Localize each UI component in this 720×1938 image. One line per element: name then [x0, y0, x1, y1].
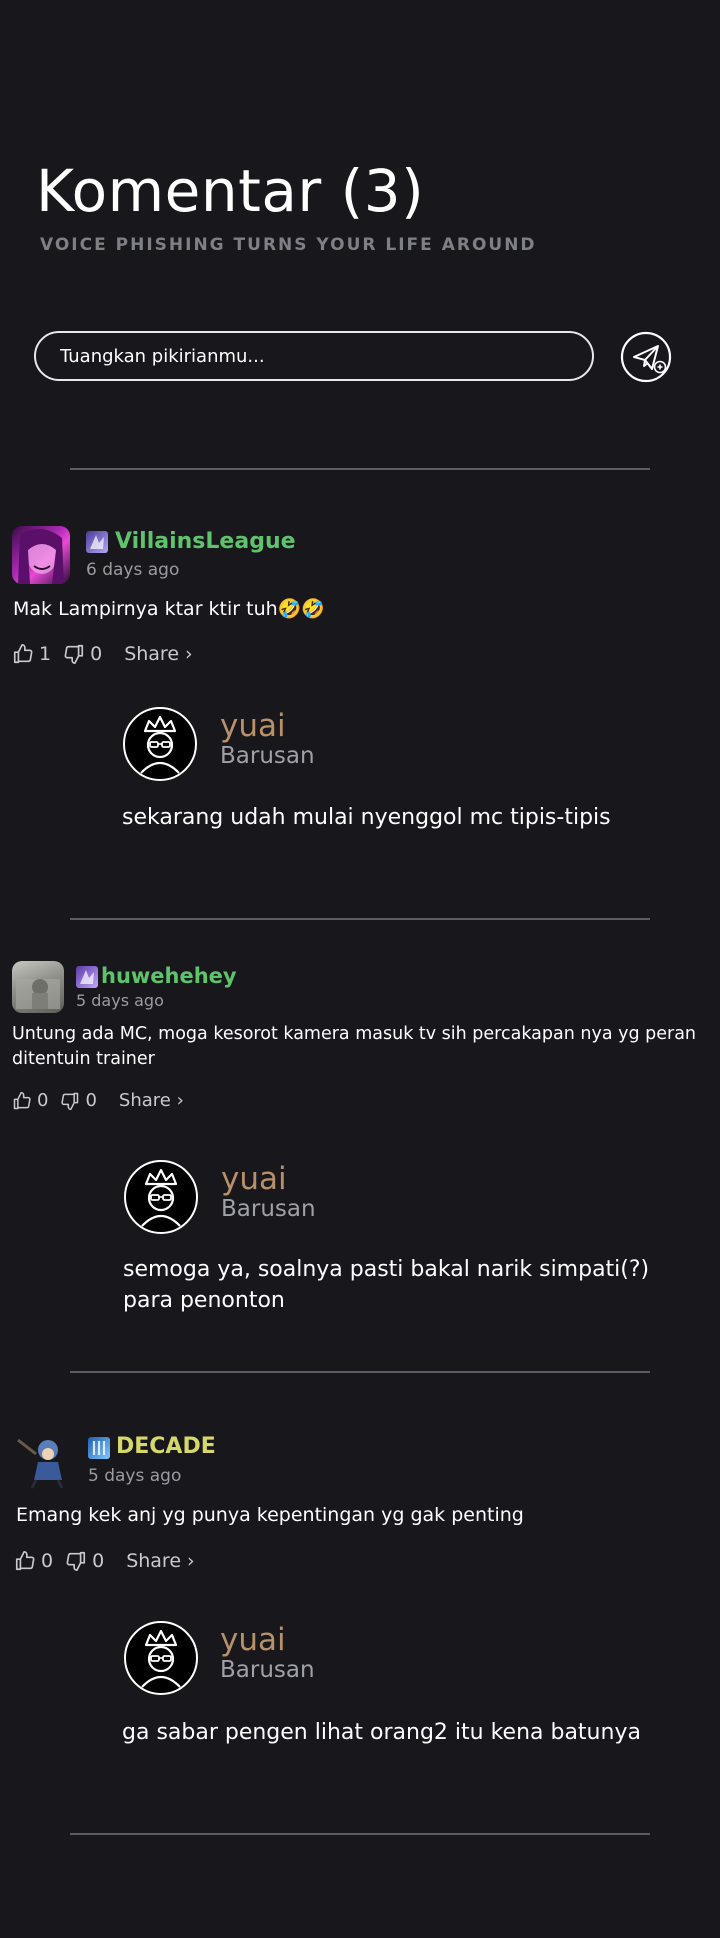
like-count: 0 — [37, 1090, 49, 1111]
divider — [70, 1371, 650, 1373]
send-button[interactable] — [620, 331, 672, 383]
thumbs-up-icon — [15, 1551, 35, 1571]
rank-badge-icon — [76, 966, 98, 988]
comment-text: Untung ada MC, moga kesorot kamera masuk… — [12, 1024, 697, 1070]
avatar[interactable] — [12, 526, 70, 584]
reply-text: ga sabar pengen lihat orang2 itu kena ba… — [122, 1720, 641, 1745]
share-button[interactable]: Share › — [124, 643, 192, 665]
comment-username[interactable]: DECADE — [116, 1434, 216, 1459]
like-count: 1 — [39, 643, 52, 665]
dislike-count: 0 — [90, 643, 103, 665]
divider — [70, 1833, 650, 1835]
reply-username[interactable]: yuai — [220, 1622, 286, 1658]
comment-time: 5 days ago — [88, 1466, 182, 1486]
comment-composer — [34, 331, 594, 381]
thumbs-down-icon — [66, 1551, 86, 1571]
rank-badge-icon — [88, 1437, 110, 1459]
comment-actions: 0 0 Share › — [12, 1090, 184, 1111]
dislike-count: 0 — [85, 1090, 97, 1111]
share-button[interactable]: Share › — [126, 1550, 194, 1572]
reply-text: sekarang udah mulai nyenggol mc tipis-ti… — [122, 805, 611, 830]
like-count: 0 — [41, 1550, 54, 1572]
rank-badge-icon — [86, 531, 108, 553]
comment-input[interactable] — [34, 331, 594, 381]
divider — [70, 468, 650, 470]
like-button[interactable]: 1 — [12, 643, 51, 665]
thumbs-down-icon — [64, 644, 84, 664]
avatar[interactable] — [12, 961, 64, 1013]
thumbs-down-icon — [61, 1092, 79, 1110]
reply-time: Barusan — [221, 1196, 316, 1222]
comments-page: Komentar (3) VOICE PHISHING TURNS YOUR L… — [0, 0, 720, 1938]
reply-username[interactable]: yuai — [220, 708, 286, 744]
dislike-button[interactable]: 0 — [63, 643, 102, 665]
reply-username[interactable]: yuai — [221, 1161, 287, 1197]
like-button[interactable]: 0 — [14, 1550, 53, 1572]
paper-plane-plus-icon — [620, 331, 672, 383]
comment-time: 5 days ago — [76, 991, 164, 1010]
divider — [70, 918, 650, 920]
comment-actions: 1 0 Share › — [12, 643, 193, 665]
avatar[interactable] — [123, 707, 197, 781]
share-button[interactable]: Share › — [119, 1090, 184, 1111]
comment-text: Emang kek anj yg punya kepentingan yg ga… — [16, 1504, 524, 1526]
thumbs-up-icon — [13, 1091, 31, 1109]
reply-time: Barusan — [220, 1657, 315, 1683]
dislike-button[interactable]: 0 — [60, 1090, 97, 1111]
reply-time: Barusan — [220, 743, 315, 769]
reply-text: semoga ya, soalnya pasti bakal narik sim… — [123, 1257, 650, 1313]
comment-actions: 0 0 Share › — [14, 1550, 195, 1572]
avatar[interactable] — [124, 1160, 198, 1234]
comment-username[interactable]: VillainsLeague — [115, 529, 296, 554]
dislike-button[interactable]: 0 — [65, 1550, 104, 1572]
comment-time: 6 days ago — [86, 560, 180, 580]
comment-text: Mak Lampirnya ktar ktir tuh🤣🤣 — [13, 598, 325, 620]
like-button[interactable]: 0 — [12, 1090, 48, 1111]
page-subtitle: VOICE PHISHING TURNS YOUR LIFE AROUND — [40, 235, 537, 255]
page-title: Komentar (3) — [36, 157, 425, 225]
comment-username[interactable]: huwehehey — [101, 964, 237, 988]
avatar[interactable] — [124, 1621, 198, 1695]
thumbs-up-icon — [13, 644, 33, 664]
dislike-count: 0 — [92, 1550, 105, 1572]
avatar[interactable] — [14, 1432, 72, 1490]
